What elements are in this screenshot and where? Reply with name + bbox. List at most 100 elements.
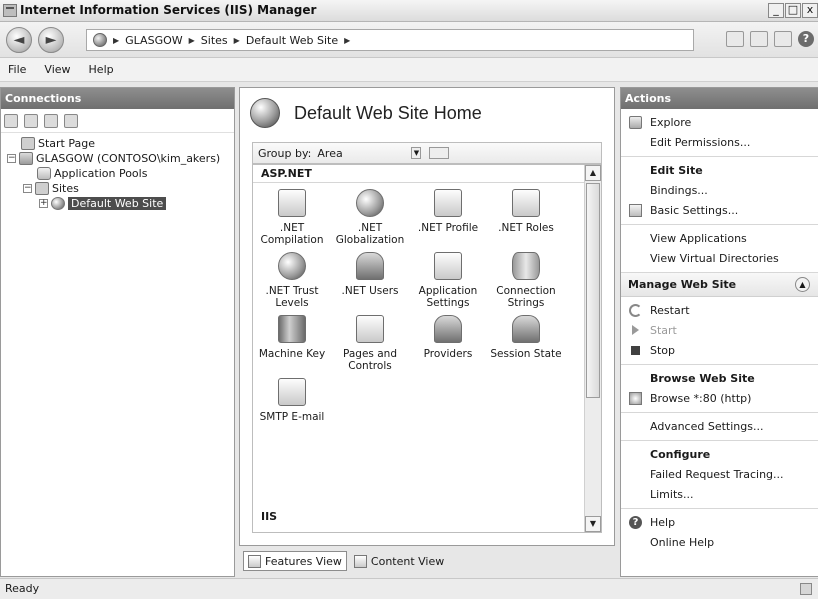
maximize-button[interactable]: □ xyxy=(785,3,801,18)
features-scrollbar[interactable]: ▲ ▼ xyxy=(584,165,601,532)
feature-machine-key[interactable]: Machine Key xyxy=(253,315,331,372)
breadcrumb-separator-icon[interactable]: ▶ xyxy=(113,36,119,45)
feature-application-settings[interactable]: Application Settings xyxy=(409,252,487,309)
manage-web-site-header[interactable]: Manage Web Site ▲ xyxy=(621,273,818,297)
menu-file[interactable]: File xyxy=(8,63,26,76)
action-failed-request-tracing[interactable]: Failed Request Tracing... xyxy=(621,464,818,484)
up-level-icon[interactable] xyxy=(44,113,58,128)
tree-node-application-pools[interactable]: Application Pools xyxy=(1,166,234,181)
forward-button[interactable]: ► xyxy=(38,27,64,53)
action-browse-80[interactable]: Browse *:80 (http) xyxy=(621,388,818,408)
breadcrumb-sites[interactable]: Sites xyxy=(201,34,228,47)
menu-view[interactable]: View xyxy=(44,63,70,76)
breadcrumb[interactable]: ▶ GLASGOW ▶ Sites ▶ Default Web Site ▶ xyxy=(86,29,694,51)
feature-dotnet-roles[interactable]: .NET Roles xyxy=(487,189,565,246)
back-button[interactable]: ◄ xyxy=(6,27,32,53)
delete-connection-icon[interactable] xyxy=(64,113,78,128)
feature-dotnet-trust-levels[interactable]: .NET Trust Levels xyxy=(253,252,331,309)
action-view-virtual-directories[interactable]: View Virtual Directories xyxy=(621,248,818,268)
title-bar: Internet Information Services (IIS) Mana… xyxy=(0,0,818,22)
feature-dotnet-users[interactable]: .NET Users xyxy=(331,252,409,309)
breadcrumb-separator-icon[interactable]: ▶ xyxy=(189,36,195,45)
server-icon xyxy=(19,152,33,165)
app-pool-icon xyxy=(37,167,51,180)
action-label: Browse *:80 (http) xyxy=(650,391,752,405)
collapse-icon[interactable]: − xyxy=(7,154,16,163)
breadcrumb-separator-icon[interactable]: ▶ xyxy=(234,36,240,45)
scroll-down-icon[interactable]: ▼ xyxy=(585,516,601,532)
tree-node-server[interactable]: − GLASGOW (CONTOSO\kim_akers) xyxy=(1,151,234,166)
actions-panel: Actions Explore Edit Permissions... Edit… xyxy=(620,87,818,577)
feature-smtp-email[interactable]: SMTP E-mail xyxy=(253,378,331,423)
feature-connection-strings[interactable]: Connection Strings xyxy=(487,252,565,309)
tab-content-view[interactable]: Content View xyxy=(349,551,449,571)
pages-controls-icon xyxy=(356,315,384,343)
tree-node-start-page[interactable]: Start Page xyxy=(1,136,234,151)
help-icon[interactable]: ? xyxy=(798,31,814,47)
features-view-icon xyxy=(248,554,261,568)
help-icon: ? xyxy=(629,515,642,529)
network-icon[interactable] xyxy=(726,31,744,47)
action-label: View Applications xyxy=(650,231,747,245)
main-panel: Default Web Site Home Group by: Area ▼ A… xyxy=(239,87,615,546)
tree-label-selected: Default Web Site xyxy=(68,197,167,210)
window-controls: _ □ x xyxy=(768,3,818,18)
sites-folder-icon xyxy=(35,182,49,195)
application-settings-icon xyxy=(434,252,462,280)
scroll-thumb[interactable] xyxy=(586,183,600,398)
action-stop[interactable]: Stop xyxy=(621,340,818,360)
collapse-icon[interactable]: − xyxy=(23,184,32,193)
action-view-applications[interactable]: View Applications xyxy=(621,228,818,248)
chevron-down-icon[interactable]: ▼ xyxy=(411,147,422,159)
action-bindings[interactable]: Bindings... xyxy=(621,180,818,200)
manage-title: Manage Web Site xyxy=(628,278,737,291)
tree-node-default-web-site[interactable]: + Default Web Site xyxy=(1,196,234,211)
home-icon[interactable] xyxy=(774,31,792,47)
smtp-email-icon xyxy=(278,378,306,406)
minimize-button[interactable]: _ xyxy=(768,3,784,18)
feature-pages-and-controls[interactable]: Pages and Controls xyxy=(331,315,409,372)
feature-label: .NET Users xyxy=(341,285,399,297)
tree-node-sites[interactable]: − Sites xyxy=(1,181,234,196)
feature-dotnet-globalization[interactable]: .NET Globalization xyxy=(331,189,409,246)
dotnet-globalization-icon xyxy=(356,189,384,217)
view-tabs: Features View Content View xyxy=(243,551,449,571)
status-bar: Ready xyxy=(0,578,818,599)
stop-refresh-icon[interactable] xyxy=(750,31,768,47)
group-by-dropdown[interactable]: Area ▼ xyxy=(315,146,425,161)
close-button[interactable]: x xyxy=(802,3,818,18)
tab-features-view[interactable]: Features View xyxy=(243,551,347,571)
feature-label: Session State xyxy=(490,348,562,360)
action-advanced-settings[interactable]: Advanced Settings... xyxy=(621,416,818,436)
action-label: Bindings... xyxy=(650,183,708,197)
breadcrumb-separator-icon[interactable]: ▶ xyxy=(344,36,350,45)
breadcrumb-default-web-site[interactable]: Default Web Site xyxy=(246,34,338,47)
connect-icon[interactable] xyxy=(4,113,18,128)
feature-dotnet-profile[interactable]: .NET Profile xyxy=(409,189,487,246)
action-label: Edit Permissions... xyxy=(650,135,751,149)
action-restart[interactable]: Restart xyxy=(621,300,818,320)
action-start: Start xyxy=(621,320,818,340)
expand-icon[interactable]: + xyxy=(39,199,48,208)
group-by-value: Area xyxy=(317,146,343,160)
action-edit-permissions[interactable]: Edit Permissions... xyxy=(621,132,818,152)
action-basic-settings[interactable]: Basic Settings... xyxy=(621,200,818,220)
view-mode-icon[interactable] xyxy=(429,147,450,159)
breadcrumb-glasgow[interactable]: GLASGOW xyxy=(125,34,182,47)
address-bar: ◄ ► ▶ GLASGOW ▶ Sites ▶ Default Web Site… xyxy=(0,22,818,58)
action-help[interactable]: ? Help xyxy=(621,512,818,532)
feature-label: .NET Profile xyxy=(417,222,479,234)
action-online-help[interactable]: Online Help xyxy=(621,532,818,552)
section-header-iis: IIS xyxy=(261,510,278,523)
feature-dotnet-compilation[interactable]: .NET Compilation xyxy=(253,189,331,246)
action-limits[interactable]: Limits... xyxy=(621,484,818,504)
content-view-icon xyxy=(353,554,367,568)
save-connections-icon[interactable] xyxy=(24,113,38,128)
scroll-up-icon[interactable]: ▲ xyxy=(585,165,601,181)
action-explore[interactable]: Explore xyxy=(621,112,818,132)
menu-help[interactable]: Help xyxy=(89,63,114,76)
chevron-up-icon[interactable]: ▲ xyxy=(795,277,810,292)
feature-providers[interactable]: Providers xyxy=(409,315,487,372)
action-label: Stop xyxy=(650,343,676,357)
feature-session-state[interactable]: Session State xyxy=(487,315,565,372)
